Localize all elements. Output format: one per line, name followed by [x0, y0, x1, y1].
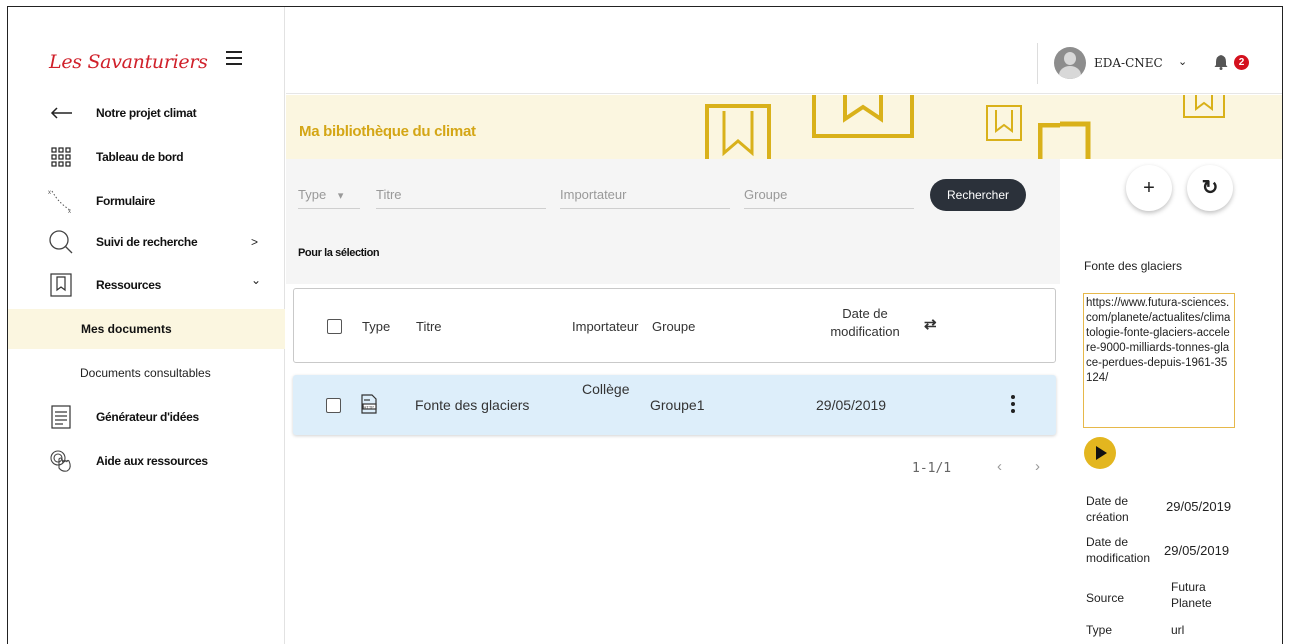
- search-icon: [48, 229, 74, 255]
- sidebar-item-suivi-de-recherche[interactable]: Suivi de recherche >: [8, 222, 285, 262]
- sidebar-subitem-mes-documents[interactable]: Mes documents: [8, 309, 285, 349]
- cell-titre[interactable]: Fonte des glaciers: [415, 397, 529, 413]
- top-header: EDA-CNEC ⌄ 2: [286, 7, 1282, 94]
- app-frame: Les Savanturiers Notre projet climat Tab…: [7, 6, 1283, 644]
- avatar[interactable]: [1054, 47, 1086, 79]
- chevron-right-icon: >: [251, 235, 259, 249]
- detail-label-date-modification: Date de modification: [1086, 535, 1151, 565]
- sidebar-item-label: Tableau de bord: [96, 150, 184, 164]
- pagination-range: 1-1/1: [912, 461, 952, 476]
- detail-value-date-creation: 29/05/2019: [1166, 499, 1232, 514]
- bookmark-decoration-icon: [1060, 121, 1091, 159]
- column-header-date-line2: modification: [830, 324, 900, 339]
- importateur-input[interactable]: Importateur: [560, 187, 730, 209]
- sort-icon[interactable]: ⇄: [924, 315, 937, 333]
- sidebar-item-generateur-idees[interactable]: Générateur d'idées: [8, 397, 285, 437]
- hand-icon: [48, 448, 74, 474]
- bookmark-decoration-icon: [986, 105, 1022, 141]
- titre-placeholder: Titre: [376, 187, 402, 202]
- detail-value-type: url: [1171, 623, 1185, 637]
- sidebar-subitem-label: Documents consultables: [80, 366, 211, 380]
- detail-label-type: Type: [1086, 623, 1113, 637]
- bookmark-decoration-icon: [705, 104, 771, 159]
- http-file-icon: HTTP: [360, 394, 378, 419]
- groupe-input[interactable]: Groupe: [744, 187, 914, 209]
- row-checkbox[interactable]: [326, 398, 341, 413]
- chevron-down-icon[interactable]: ⌄: [1178, 55, 1187, 68]
- document-icon: [48, 404, 74, 430]
- column-header-date-line1: Date de: [842, 306, 888, 321]
- detail-label-source: Source: [1086, 591, 1125, 605]
- username[interactable]: EDA-CNEC: [1094, 56, 1163, 70]
- filter-bar: Type ▾ Titre Importateur Groupe Recherch…: [286, 159, 1060, 284]
- bell-icon[interactable]: [1214, 54, 1230, 72]
- titre-input[interactable]: Titre: [376, 187, 546, 209]
- sidebar-item-aide-aux-ressources[interactable]: Aide aux ressources: [8, 441, 285, 481]
- type-select-label: Type: [298, 187, 327, 202]
- prev-page-button[interactable]: ‹: [997, 458, 1002, 475]
- banner-decoration: [1060, 95, 1282, 159]
- grid-icon: [48, 144, 74, 170]
- more-options-icon[interactable]: [1006, 395, 1020, 417]
- chevron-down-icon: ⌄: [251, 273, 262, 287]
- sidebar-item-label: Suivi de recherche: [96, 235, 198, 249]
- app-logo[interactable]: Les Savanturiers: [49, 51, 208, 73]
- table-header: Type Titre Importateur Groupe Date de mo…: [293, 288, 1056, 363]
- sidebar-item-label: Générateur d'idées: [96, 410, 199, 424]
- notification-badge[interactable]: 2: [1234, 55, 1249, 70]
- detail-url[interactable]: https://www.futura-sciences.com/planete/…: [1083, 293, 1235, 428]
- search-button[interactable]: Rechercher: [930, 179, 1026, 211]
- column-header-type[interactable]: Type: [362, 319, 390, 334]
- svg-text:HTTP: HTTP: [364, 404, 375, 409]
- select-all-checkbox[interactable]: [327, 319, 342, 334]
- table-row[interactable]: HTTP Fonte des glaciers Collège Groupe1 …: [293, 375, 1056, 435]
- detail-value-date-modification: 29/05/2019: [1164, 543, 1230, 558]
- bookmark-decoration-icon: [812, 95, 914, 138]
- refresh-button[interactable]: ↻: [1187, 165, 1233, 211]
- page-title: Ma bibliothèque du climat: [299, 123, 476, 140]
- detail-value-source: Futura Planete: [1171, 580, 1212, 610]
- sidebar-item-label: Ressources: [96, 278, 162, 292]
- sidebar-item-label: Formulaire: [96, 194, 156, 208]
- selection-label: Pour la sélection: [298, 247, 380, 259]
- column-header-groupe[interactable]: Groupe: [652, 319, 695, 334]
- sidebar-subitem-documents-consultables[interactable]: Documents consultables: [8, 353, 285, 393]
- caret-down-icon: ▾: [337, 190, 344, 202]
- detail-label-date-creation: Date de création: [1086, 494, 1129, 524]
- cell-importateur: Collège: [582, 381, 630, 397]
- page-banner: Ma bibliothèque du climat: [286, 95, 1060, 159]
- svg-text:x: x: [68, 209, 71, 214]
- sidebar-item-label: Aide aux ressources: [96, 454, 208, 468]
- cell-groupe: Groupe1: [650, 397, 705, 413]
- column-header-importateur[interactable]: Importateur: [572, 319, 638, 334]
- sidebar-subitem-label: Mes documents: [81, 322, 172, 336]
- next-page-button[interactable]: ›: [1035, 458, 1040, 475]
- sidebar-item-formulaire[interactable]: x x Formulaire: [8, 181, 285, 221]
- detail-title: Fonte des glaciers: [1084, 259, 1183, 273]
- groupe-placeholder: Groupe: [744, 187, 788, 202]
- sidebar-item-ressources[interactable]: Ressources ⌄: [8, 265, 285, 305]
- bookmark-decoration-icon: [1183, 95, 1225, 118]
- sidebar-item-label: Notre projet climat: [96, 106, 197, 120]
- sidebar-item-notre-projet[interactable]: Notre projet climat: [8, 93, 285, 133]
- sidebar-item-tableau-de-bord[interactable]: Tableau de bord: [8, 137, 285, 177]
- cell-date: 29/05/2019: [816, 397, 887, 413]
- play-icon[interactable]: [1084, 437, 1116, 469]
- column-header-titre[interactable]: Titre: [416, 319, 442, 334]
- add-button[interactable]: +: [1126, 165, 1172, 211]
- type-select[interactable]: Type ▾: [298, 187, 360, 209]
- svg-text:x: x: [48, 190, 51, 196]
- sidebar: Les Savanturiers Notre projet climat Tab…: [8, 7, 285, 644]
- bookmark-decoration-icon: [1038, 123, 1060, 159]
- importateur-placeholder: Importateur: [560, 187, 627, 202]
- path-icon: x x: [48, 188, 74, 214]
- arrow-left-icon: [48, 100, 74, 126]
- column-header-date[interactable]: Date de modification: [820, 305, 910, 341]
- menu-icon[interactable]: [226, 51, 242, 65]
- user-menu[interactable]: EDA-CNEC ⌄ 2: [1037, 43, 1277, 84]
- bookmark-icon: [48, 272, 74, 298]
